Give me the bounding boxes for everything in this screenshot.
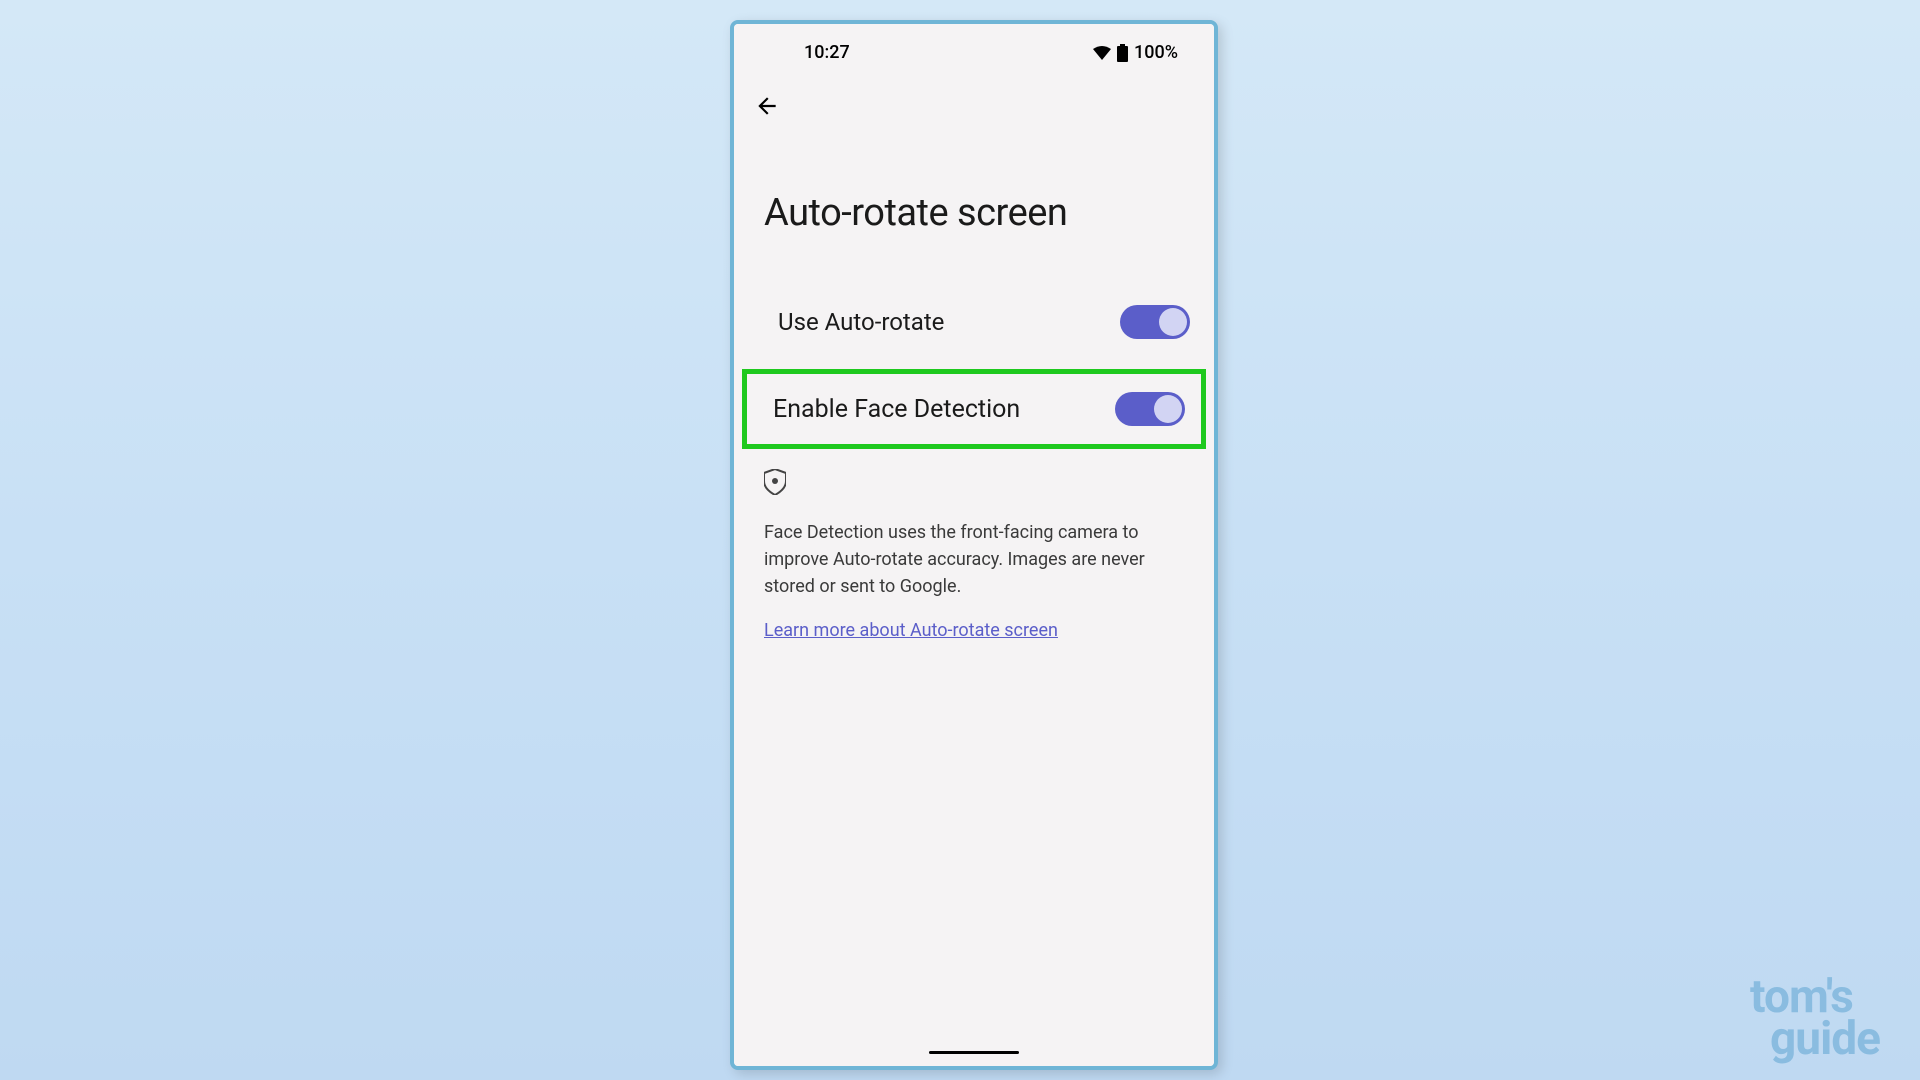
nav-bar [734,71,1214,131]
status-bar: 10:27 100% [734,24,1214,71]
privacy-section: Face Detection uses the front-facing cam… [734,449,1214,661]
watermark: tom's guide [1750,977,1880,1060]
wifi-icon [1093,46,1111,60]
learn-more-link[interactable]: Learn more about Auto-rotate screen [764,620,1058,641]
status-battery-text: 100% [1134,42,1178,63]
auto-rotate-label: Use Auto-rotate [778,308,944,336]
privacy-description: Face Detection uses the front-facing cam… [764,519,1184,600]
shield-icon [764,469,1184,499]
face-detection-toggle[interactable] [1115,392,1185,426]
battery-icon [1117,44,1128,62]
back-button[interactable] [754,91,784,121]
auto-rotate-toggle[interactable] [1120,305,1190,339]
face-detection-label: Enable Face Detection [773,395,1020,424]
phone-frame: 10:27 100% [730,20,1218,1070]
home-indicator[interactable] [929,1051,1019,1054]
status-right: 100% [1093,42,1178,63]
status-time: 10:27 [804,42,850,63]
phone-screen: 10:27 100% [734,24,1214,1066]
page-title: Auto-rotate screen [734,131,1214,275]
watermark-line2: guide [1770,1019,1880,1060]
setting-auto-rotate[interactable]: Use Auto-rotate [734,275,1214,369]
setting-face-detection[interactable]: Enable Face Detection [742,369,1206,449]
